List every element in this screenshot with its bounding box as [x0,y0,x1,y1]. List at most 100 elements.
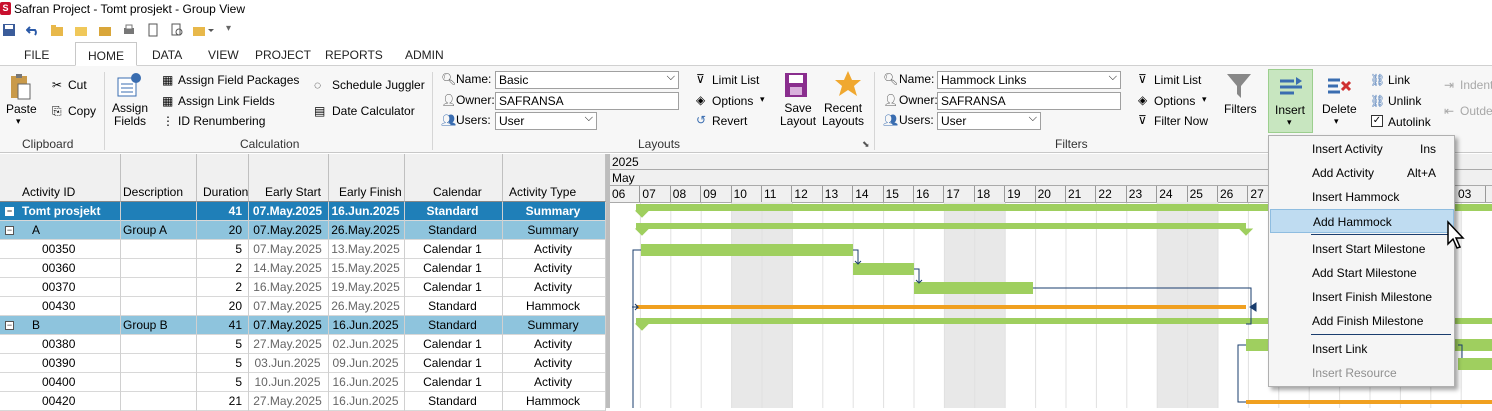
cell-dur[interactable]: 41 [197,202,249,221]
cell-finish[interactable]: 16.Jun.2025 [329,316,405,335]
tab-admin[interactable]: ADMIN [405,48,444,62]
cell-id[interactable]: 00400 [0,373,121,392]
cell-start[interactable]: 07.May.2025 [249,297,329,316]
cell-cal[interactable]: Calendar 1 [405,354,503,373]
hammock-bar[interactable] [636,305,1246,309]
cell-start[interactable]: 07.May.2025 [249,240,329,259]
cell-id[interactable]: 00420 [0,392,121,411]
summary-bar[interactable] [636,223,1246,229]
cell-id[interactable]: − A [0,221,121,240]
cell-cal[interactable]: Calendar 1 [405,373,503,392]
filter-options-dropdown-icon[interactable]: ▾ [1202,94,1207,105]
cell-finish[interactable]: 09.Jun.2025 [329,354,405,373]
cell-start[interactable]: 07.May.2025 [249,221,329,240]
layout-options-dropdown-icon[interactable]: ▾ [760,94,765,105]
activity-bar[interactable] [641,244,853,256]
cell-desc[interactable] [121,240,197,259]
id-renumbering-button[interactable]: ID Renumbering [178,114,265,128]
cell-cal[interactable]: Standard [405,202,503,221]
table-row[interactable]: 00360 2 14.May.2025 15.May.2025 Calendar 1 Ac… [0,259,606,278]
cell-desc[interactable] [121,335,197,354]
cell-cal[interactable]: Standard [405,316,503,335]
column-header-activity-type[interactable]: Activity Type [503,154,606,202]
print-preview-icon[interactable] [170,23,184,37]
new-folder-icon[interactable] [50,23,64,37]
menu-item-insert-activity[interactable]: Insert Activity Ins [1270,137,1454,161]
cell-type[interactable]: Activity [503,354,606,373]
cell-cal[interactable]: Standard [405,221,503,240]
menu-item-insert-hammock[interactable]: Insert Hammock [1270,185,1454,209]
cell-type[interactable]: Activity [503,278,606,297]
indent-button[interactable]: Indent [1460,78,1492,92]
cell-type[interactable]: Activity [503,335,606,354]
collapse-toggle-icon[interactable]: − [5,321,14,330]
menu-item-add-start-milestone[interactable]: Add Start Milestone [1270,261,1454,285]
assign-field-packages-button[interactable]: Assign Field Packages [178,73,299,87]
cell-finish[interactable]: 16.Jun.2025 [329,202,405,221]
tab-project[interactable]: PROJECT [255,48,311,62]
filter-owner-field[interactable]: SAFRANSA [937,92,1121,110]
delete-button[interactable]: Delete [1322,102,1357,116]
cell-id[interactable]: − B [0,316,121,335]
activity-bar[interactable] [853,263,914,275]
cell-start[interactable]: 07.May.2025 [249,202,329,221]
cell-type[interactable]: Hammock [503,392,606,411]
layout-users-select[interactable]: User [495,111,597,130]
save-icon[interactable] [2,23,16,37]
save-layout-icon[interactable] [784,72,808,98]
column-header-early-finish[interactable]: Early Finish [329,154,405,202]
dialog-launcher-icon[interactable]: ⬊ [862,139,870,150]
cell-desc[interactable] [121,373,197,392]
cell-cal[interactable]: Calendar 1 [405,335,503,354]
table-row[interactable]: 00350 5 07.May.2025 13.May.2025 Calendar 1 Ac… [0,240,606,259]
folder-dropdown-icon[interactable] [192,23,214,37]
tab-home[interactable]: HOME [75,42,137,66]
cell-finish[interactable]: 16.Jun.2025 [329,373,405,392]
cut-button[interactable]: Cut [68,78,87,92]
cell-type[interactable]: Activity [503,240,606,259]
collapse-toggle-icon[interactable]: − [5,207,14,216]
cell-finish[interactable]: 19.May.2025 [329,278,405,297]
copy-button[interactable]: Copy [68,104,96,118]
layout-name-select[interactable]: Basic [495,70,679,89]
cell-cal[interactable]: Calendar 1 [405,278,503,297]
filter-limit-list-button[interactable]: Limit List [1154,73,1201,87]
cell-desc[interactable] [121,259,197,278]
filter-users-select[interactable]: User [937,111,1041,130]
filters-button[interactable]: Filters [1224,102,1257,116]
menu-item-add-hammock[interactable]: Add Hammock [1270,209,1454,233]
cell-type[interactable]: Summary [503,202,606,221]
cell-start[interactable]: 27.May.2025 [249,335,329,354]
cell-id[interactable]: 00370 [0,278,121,297]
cell-desc[interactable]: Group A [121,221,197,240]
cell-id[interactable]: − Tomt prosjekt [0,202,121,221]
cell-id[interactable]: 00430 [0,297,121,316]
open-folder-icon[interactable] [74,23,88,37]
cell-dur[interactable]: 21 [197,392,249,411]
undo-icon[interactable] [26,23,40,37]
column-header-early-start[interactable]: Early Start [249,154,329,202]
cell-cal[interactable]: Calendar 1 [405,240,503,259]
menu-item-insert-finish-milestone[interactable]: Insert Finish Milestone [1270,285,1454,309]
print-icon[interactable] [122,23,136,37]
cell-type[interactable]: Activity [503,259,606,278]
cell-finish[interactable]: 26.May.2025 [329,297,405,316]
cell-start[interactable]: 14.May.2025 [249,259,329,278]
cell-cal[interactable]: Standard [405,297,503,316]
cell-cal[interactable]: Standard [405,392,503,411]
column-header-calendar[interactable]: Calendar [405,154,503,202]
tab-data[interactable]: DATA [152,48,182,62]
insert-button[interactable]: Insert ▾ [1268,69,1313,133]
tab-file[interactable]: FILE [24,48,49,62]
cell-finish[interactable]: 02.Jun.2025 [329,335,405,354]
layout-owner-field[interactable]: SAFRANSA [495,92,679,110]
cell-dur[interactable]: 2 [197,278,249,297]
cell-finish[interactable]: 15.May.2025 [329,259,405,278]
assign-fields-icon[interactable] [116,72,142,100]
cell-type[interactable]: Summary [503,221,606,240]
cell-id[interactable]: 00360 [0,259,121,278]
cell-type[interactable]: Summary [503,316,606,335]
cell-id[interactable]: 00350 [0,240,121,259]
recent-layouts-star-icon[interactable] [834,70,862,98]
autolink-checkbox[interactable]: ✓ [1371,115,1383,127]
